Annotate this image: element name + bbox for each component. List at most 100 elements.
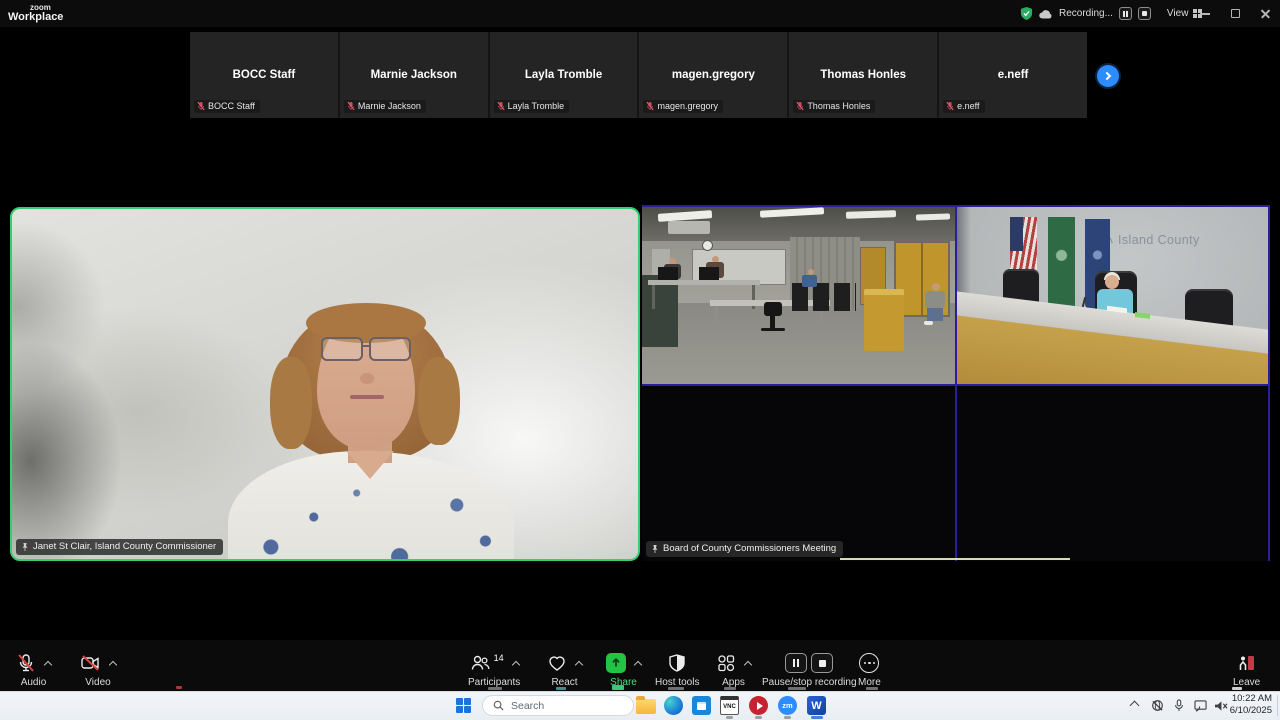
window-titlebar: zoom Workplace Recording... View <box>0 0 1280 27</box>
heart-icon <box>549 656 565 671</box>
cast-screen-icon[interactable] <box>1194 699 1208 717</box>
participant-label-text: magen.gregory <box>657 101 719 111</box>
maximize-button[interactable] <box>1220 0 1250 27</box>
participant-tile[interactable]: Marnie Jackson Marnie Jackson <box>339 32 488 118</box>
video-tile-janet-st-clair[interactable]: Janet St Clair, Island County Commission… <box>10 207 640 561</box>
seated-person-shoe <box>924 321 933 325</box>
media-app-icon[interactable] <box>749 696 768 715</box>
minimize-button[interactable] <box>1190 0 1220 27</box>
brand-workplace: Workplace <box>8 11 64 23</box>
start-button[interactable] <box>456 698 471 713</box>
pause-recording-button[interactable] <box>1118 7 1132 20</box>
participant-tile[interactable]: e.neff e.neff <box>939 32 1087 118</box>
stop-recording-button[interactable] <box>1137 7 1151 20</box>
podium <box>864 289 904 351</box>
microsoft-store-icon[interactable] <box>692 696 711 715</box>
video-button[interactable]: Video <box>80 652 118 688</box>
close-button[interactable] <box>1250 0 1280 27</box>
participants-icon <box>471 655 490 670</box>
participant-tile[interactable]: Layla Tromble Layla Tromble <box>489 32 638 118</box>
taskbar-clock[interactable]: 10:22 AM 6/10/2025 <box>1230 693 1272 718</box>
participant-tile[interactable]: BOCC Staff BOCC Staff <box>190 32 338 118</box>
pause-stop-recording-control[interactable]: Pause/stop recording <box>762 652 857 688</box>
participant-label-text: Thomas Honles <box>807 101 871 111</box>
seated-person-head <box>932 283 940 291</box>
cutoff-artifact <box>724 687 736 690</box>
vnc-app-icon[interactable]: VNC <box>720 696 739 715</box>
participant-label: Thomas Honles <box>793 100 876 113</box>
word-app-icon[interactable]: W <box>807 696 826 715</box>
participant-tile[interactable]: Thomas Honles Thomas Honles <box>789 32 938 118</box>
pause-stop-recording-label: Pause/stop recording <box>762 677 857 688</box>
muted-mic-icon <box>796 101 804 111</box>
island-county-wall-text: Island County <box>1103 233 1200 247</box>
react-menu-chevron[interactable] <box>574 660 584 669</box>
wall-clock <box>702 240 713 251</box>
audio-menu-chevron[interactable] <box>43 660 53 669</box>
cutoff-artifact <box>556 687 566 690</box>
muted-mic-icon <box>497 101 505 111</box>
speaker-muted-icon[interactable] <box>1214 699 1228 717</box>
screen: zoom Workplace Recording... View BOCC St… <box>0 0 1280 720</box>
zoom-app-icon[interactable]: zm <box>778 696 797 715</box>
apps-button[interactable]: Apps <box>716 652 753 688</box>
video-tile-dark[interactable] <box>957 386 1268 561</box>
participant-label: BOCC Staff <box>194 100 260 113</box>
speaker-nose-shadow <box>360 373 374 384</box>
security-shield-icon[interactable] <box>1020 7 1033 20</box>
share-button[interactable]: Share <box>606 652 643 688</box>
video-tile-island-county-boardroom[interactable]: Island County <box>957 207 1268 384</box>
video-tile-dark[interactable]: Board of County Commissioners Meeting <box>642 386 955 561</box>
cutoff-artifact <box>488 687 502 690</box>
more-button[interactable]: More <box>858 652 881 688</box>
audience-chairs <box>792 283 856 311</box>
network-globe-icon[interactable] <box>1151 699 1164 717</box>
react-button[interactable]: React <box>547 652 584 688</box>
stop-recording-icon-button[interactable] <box>811 653 834 673</box>
next-participants-button[interactable] <box>1097 65 1119 87</box>
pause-recording-icon-button[interactable] <box>785 653 808 673</box>
search-placeholder-text: Search <box>511 699 545 712</box>
apps-menu-chevron[interactable] <box>743 660 753 669</box>
edge-browser-icon[interactable] <box>664 696 683 715</box>
muted-mic-icon <box>197 101 205 111</box>
audio-label: Audio <box>20 677 47 688</box>
clock-time: 10:22 AM <box>1231 693 1272 704</box>
speaker-mouth <box>350 395 384 399</box>
participant-label: Layla Tromble <box>493 100 570 113</box>
cutoff-artifact <box>866 687 878 690</box>
tray-mic-icon[interactable] <box>1173 699 1185 717</box>
taskbar-search[interactable]: Search <box>482 695 634 716</box>
recording-status-text: Recording... <box>1059 8 1113 19</box>
projector <box>668 221 710 234</box>
island-county-wall-label: Island County <box>1118 233 1200 247</box>
audio-button[interactable]: Audio <box>16 652 53 688</box>
video-menu-chevron[interactable] <box>108 660 118 669</box>
audience-person-torso <box>802 275 817 287</box>
participant-tile[interactable]: magen.gregory magen.gregory <box>639 32 788 118</box>
speaker-hair-curls-right <box>418 357 460 445</box>
leave-door-icon <box>1239 656 1254 670</box>
office-chair-post <box>770 316 775 328</box>
share-menu-chevron[interactable] <box>633 660 643 669</box>
maximize-icon <box>1230 9 1240 18</box>
show-desktop-divider[interactable] <box>1277 695 1278 716</box>
minimize-icon <box>1200 12 1210 15</box>
participant-label-text: Layla Tromble <box>507 101 565 111</box>
participant-name: Layla Tromble <box>524 69 603 81</box>
pin-icon <box>652 544 658 553</box>
cutoff-artifact <box>668 687 684 690</box>
host-tools-button[interactable]: Host tools <box>655 652 699 688</box>
participant-label: e.neff <box>943 100 985 113</box>
cutoff-artifact <box>612 685 624 690</box>
view-label: View <box>1166 8 1189 19</box>
leave-button[interactable]: Leave <box>1233 652 1260 688</box>
video-tile-meeting-room[interactable] <box>642 207 955 384</box>
file-explorer-icon[interactable] <box>636 696 656 715</box>
shield-icon <box>669 654 685 672</box>
tray-overflow-chevron[interactable] <box>1129 700 1140 711</box>
monitor <box>658 267 678 280</box>
participants-button[interactable]: 14 Participants <box>468 652 520 688</box>
participants-menu-chevron[interactable] <box>511 660 520 669</box>
desk <box>648 280 760 285</box>
